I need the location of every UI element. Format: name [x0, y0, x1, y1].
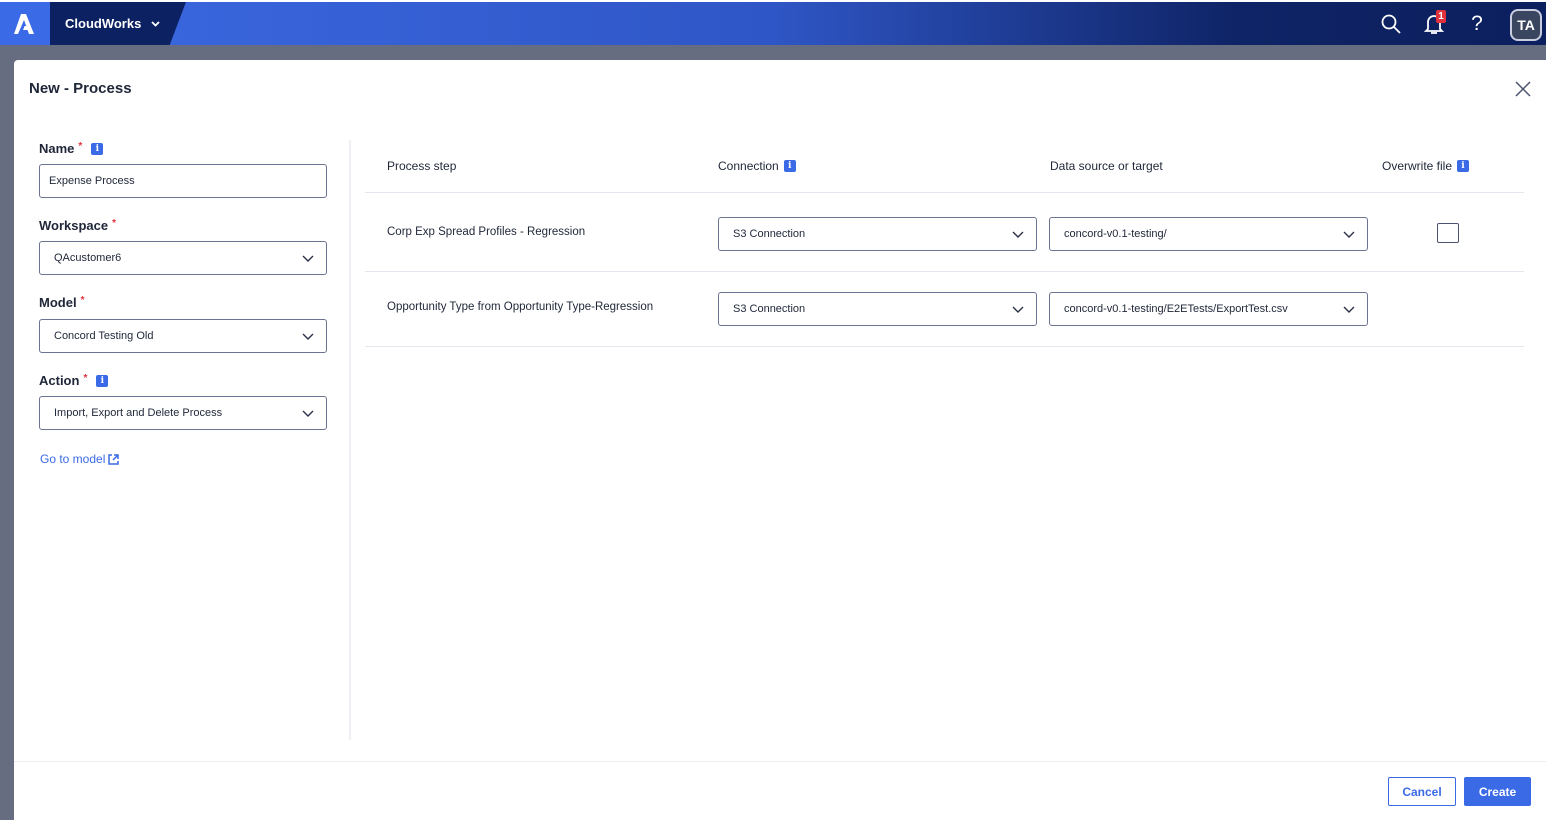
- search-icon[interactable]: [1378, 11, 1404, 37]
- chevron-down-icon: [151, 20, 160, 27]
- chevron-down-icon: [1343, 231, 1355, 238]
- help-icon[interactable]: ?: [1464, 11, 1490, 37]
- chevron-down-icon: [1343, 306, 1355, 313]
- data-source-select[interactable]: concord-v0.1-testing/: [1049, 217, 1368, 251]
- process-step: Corp Exp Spread Profiles - Regression: [387, 226, 586, 238]
- workspace-select[interactable]: QAcustomer6: [39, 241, 327, 275]
- user-avatar[interactable]: TA: [1510, 9, 1542, 41]
- divider: [365, 192, 1524, 193]
- name-input[interactable]: Expense Process: [39, 164, 327, 198]
- action-label: Action * i: [39, 373, 109, 388]
- external-link-icon: [108, 453, 120, 465]
- model-label: Model *: [39, 295, 85, 310]
- connection-select[interactable]: S3 Connection: [718, 292, 1037, 326]
- chevron-down-icon: [1012, 231, 1024, 238]
- notification-badge: 1: [1436, 10, 1446, 23]
- model-select[interactable]: Concord Testing Old: [39, 319, 327, 353]
- chevron-down-icon: [1012, 306, 1024, 313]
- dialog-title: New - Process: [29, 80, 132, 97]
- data-source-select[interactable]: concord-v0.1-testing/E2ETests/ExportTest…: [1049, 292, 1368, 326]
- cancel-button[interactable]: Cancel: [1388, 777, 1456, 806]
- info-icon[interactable]: i: [1457, 160, 1470, 172]
- header-data-source: Data source or target: [1050, 159, 1163, 173]
- create-button[interactable]: Create: [1464, 777, 1531, 806]
- divider: [365, 346, 1524, 347]
- info-icon[interactable]: i: [96, 374, 109, 387]
- anaplan-logo[interactable]: [0, 2, 50, 45]
- app-switcher[interactable]: CloudWorks: [50, 2, 186, 45]
- info-icon[interactable]: i: [91, 142, 104, 155]
- divider: [365, 271, 1524, 272]
- new-process-dialog: New - Process Name * i Expense Process Wor…: [14, 60, 1546, 820]
- action-select[interactable]: Import, Export and Delete Process: [39, 396, 327, 430]
- chevron-down-icon: [302, 410, 314, 417]
- connection-select[interactable]: S3 Connection: [718, 217, 1037, 251]
- chevron-down-icon: [302, 333, 314, 340]
- info-icon[interactable]: i: [783, 160, 796, 172]
- header-connection: Connection i: [718, 159, 796, 173]
- overwrite-file-checkbox[interactable]: [1437, 223, 1459, 243]
- chevron-down-icon: [302, 255, 314, 262]
- process-step: Opportunity Type from Opportunity Type-R…: [387, 301, 654, 313]
- app-name: CloudWorks: [65, 16, 142, 31]
- header-process-step: Process step: [387, 159, 457, 173]
- header-overwrite-file: Overwrite file i: [1382, 159, 1470, 173]
- column-divider: [349, 140, 351, 740]
- name-label: Name * i: [39, 141, 104, 156]
- go-to-model-link[interactable]: Go to model: [40, 452, 120, 466]
- top-nav-bar: CloudWorks 1 ? TA: [0, 0, 1546, 45]
- workspace-label: Workspace *: [39, 218, 117, 233]
- footer-divider: [14, 761, 1546, 762]
- close-icon[interactable]: [1514, 80, 1532, 98]
